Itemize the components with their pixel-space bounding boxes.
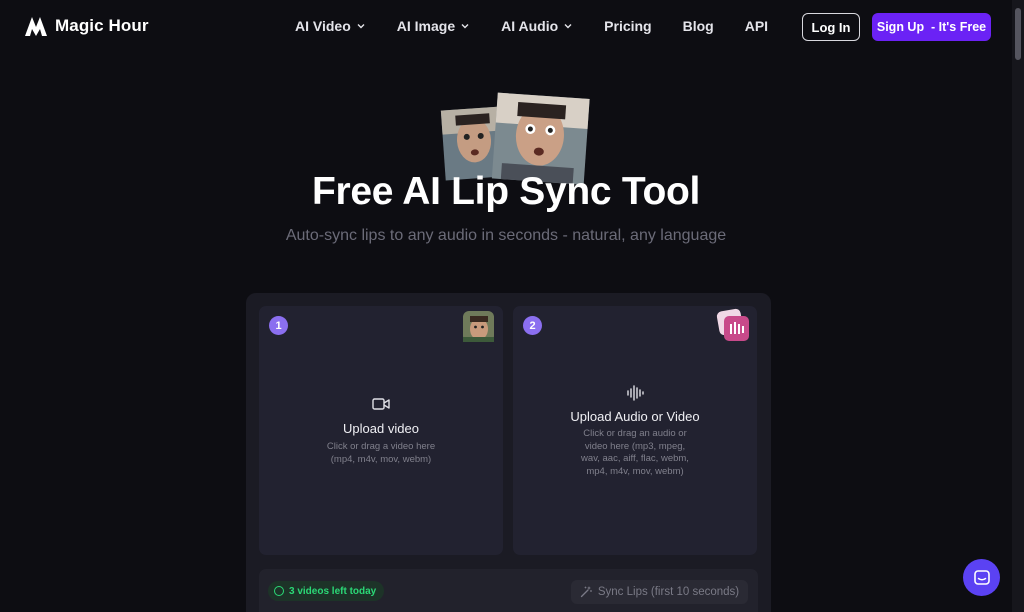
magic-wand-icon bbox=[580, 586, 592, 598]
video-camera-icon bbox=[259, 397, 503, 411]
desc-line: mp4, m4v, mov, webm) bbox=[586, 465, 684, 477]
audio-wave-icon bbox=[513, 385, 757, 401]
desc-line: Click or drag an audio or bbox=[583, 428, 687, 439]
sample-face-thumbnail bbox=[463, 311, 494, 342]
nav-blog[interactable]: Blog bbox=[683, 18, 714, 34]
sync-lips-button[interactable]: Sync Lips (first 10 seconds) bbox=[571, 580, 748, 604]
chevron-down-icon bbox=[461, 24, 469, 29]
nav-api-label: API bbox=[744, 18, 769, 34]
status-ring-icon bbox=[274, 586, 284, 596]
nav-ai-video[interactable]: AI Video bbox=[295, 18, 366, 34]
nav-ai-audio-label: AI Audio bbox=[501, 18, 559, 34]
signup-button[interactable]: Sign Up - It's Free bbox=[872, 13, 991, 41]
chat-icon bbox=[973, 569, 990, 585]
nav-pricing-label: Pricing bbox=[604, 18, 652, 34]
main-nav: AI Video AI Image AI Audio Pricing Blog … bbox=[295, 18, 799, 34]
action-bar: 3 videos left today Sync Lips (first 10 … bbox=[259, 569, 758, 612]
desc-line: (mp4, m4v, mov, webm) bbox=[330, 453, 432, 465]
nav-ai-audio[interactable]: AI Audio bbox=[501, 18, 573, 34]
step-badge: 1 bbox=[269, 316, 288, 335]
magic-hour-logo-icon bbox=[25, 17, 47, 36]
brand-name: Magic Hour bbox=[55, 16, 149, 35]
desc-line: video here (mp3, mpeg, bbox=[584, 440, 686, 452]
nav-ai-video-label: AI Video bbox=[295, 18, 351, 34]
chevron-down-icon bbox=[357, 24, 365, 29]
step-badge: 2 bbox=[523, 316, 542, 335]
nav-ai-image[interactable]: AI Image bbox=[397, 18, 470, 34]
scrollbar-thumb[interactable] bbox=[1015, 8, 1021, 60]
upload-audio-description: Click or drag an audio or video here (mp… bbox=[560, 428, 710, 478]
brand-logo[interactable]: Magic Hour bbox=[24, 15, 149, 37]
top-nav-bar: Magic Hour AI Video AI Image AI Audio Pr… bbox=[0, 0, 1012, 54]
chevron-down-icon bbox=[564, 24, 572, 29]
login-button[interactable]: Log In bbox=[802, 13, 860, 41]
nav-pricing[interactable]: Pricing bbox=[604, 18, 651, 34]
upload-audio-dropzone[interactable]: 2 Upload Audio or Video Click or drag an… bbox=[513, 306, 757, 555]
desc-line: wav, aac, aiff, flac, webm, bbox=[581, 453, 689, 464]
sync-lips-label: Sync Lips (first 10 seconds) bbox=[597, 586, 740, 598]
nav-ai-image-label: AI Image bbox=[396, 18, 456, 34]
support-chat-button[interactable] bbox=[963, 559, 1000, 596]
videos-left-badge: 3 videos left today bbox=[268, 581, 385, 601]
upload-audio-title: Upload Audio or Video bbox=[570, 409, 700, 424]
page-scrollbar[interactable] bbox=[1012, 0, 1024, 612]
upload-video-dropzone[interactable]: 1 Upload video Click or drag a video her… bbox=[259, 306, 503, 555]
nav-blog-label: Blog bbox=[682, 18, 714, 34]
page-title: Free AI Lip Sync Tool bbox=[311, 170, 701, 213]
videos-left-text: 3 videos left today bbox=[289, 585, 377, 597]
audio-file-thumbnail bbox=[716, 308, 749, 341]
nav-api[interactable]: API bbox=[745, 18, 768, 34]
desc-line: Click or drag a video here bbox=[326, 441, 436, 452]
upload-video-description: Click or drag a video here (mp4, m4v, mo… bbox=[306, 441, 456, 466]
lip-sync-panel: 1 Upload video Click or drag a video her… bbox=[246, 293, 771, 612]
page-subtitle: Auto-sync lips to any audio in seconds -… bbox=[285, 227, 727, 244]
upload-video-title: Upload video bbox=[343, 421, 419, 436]
